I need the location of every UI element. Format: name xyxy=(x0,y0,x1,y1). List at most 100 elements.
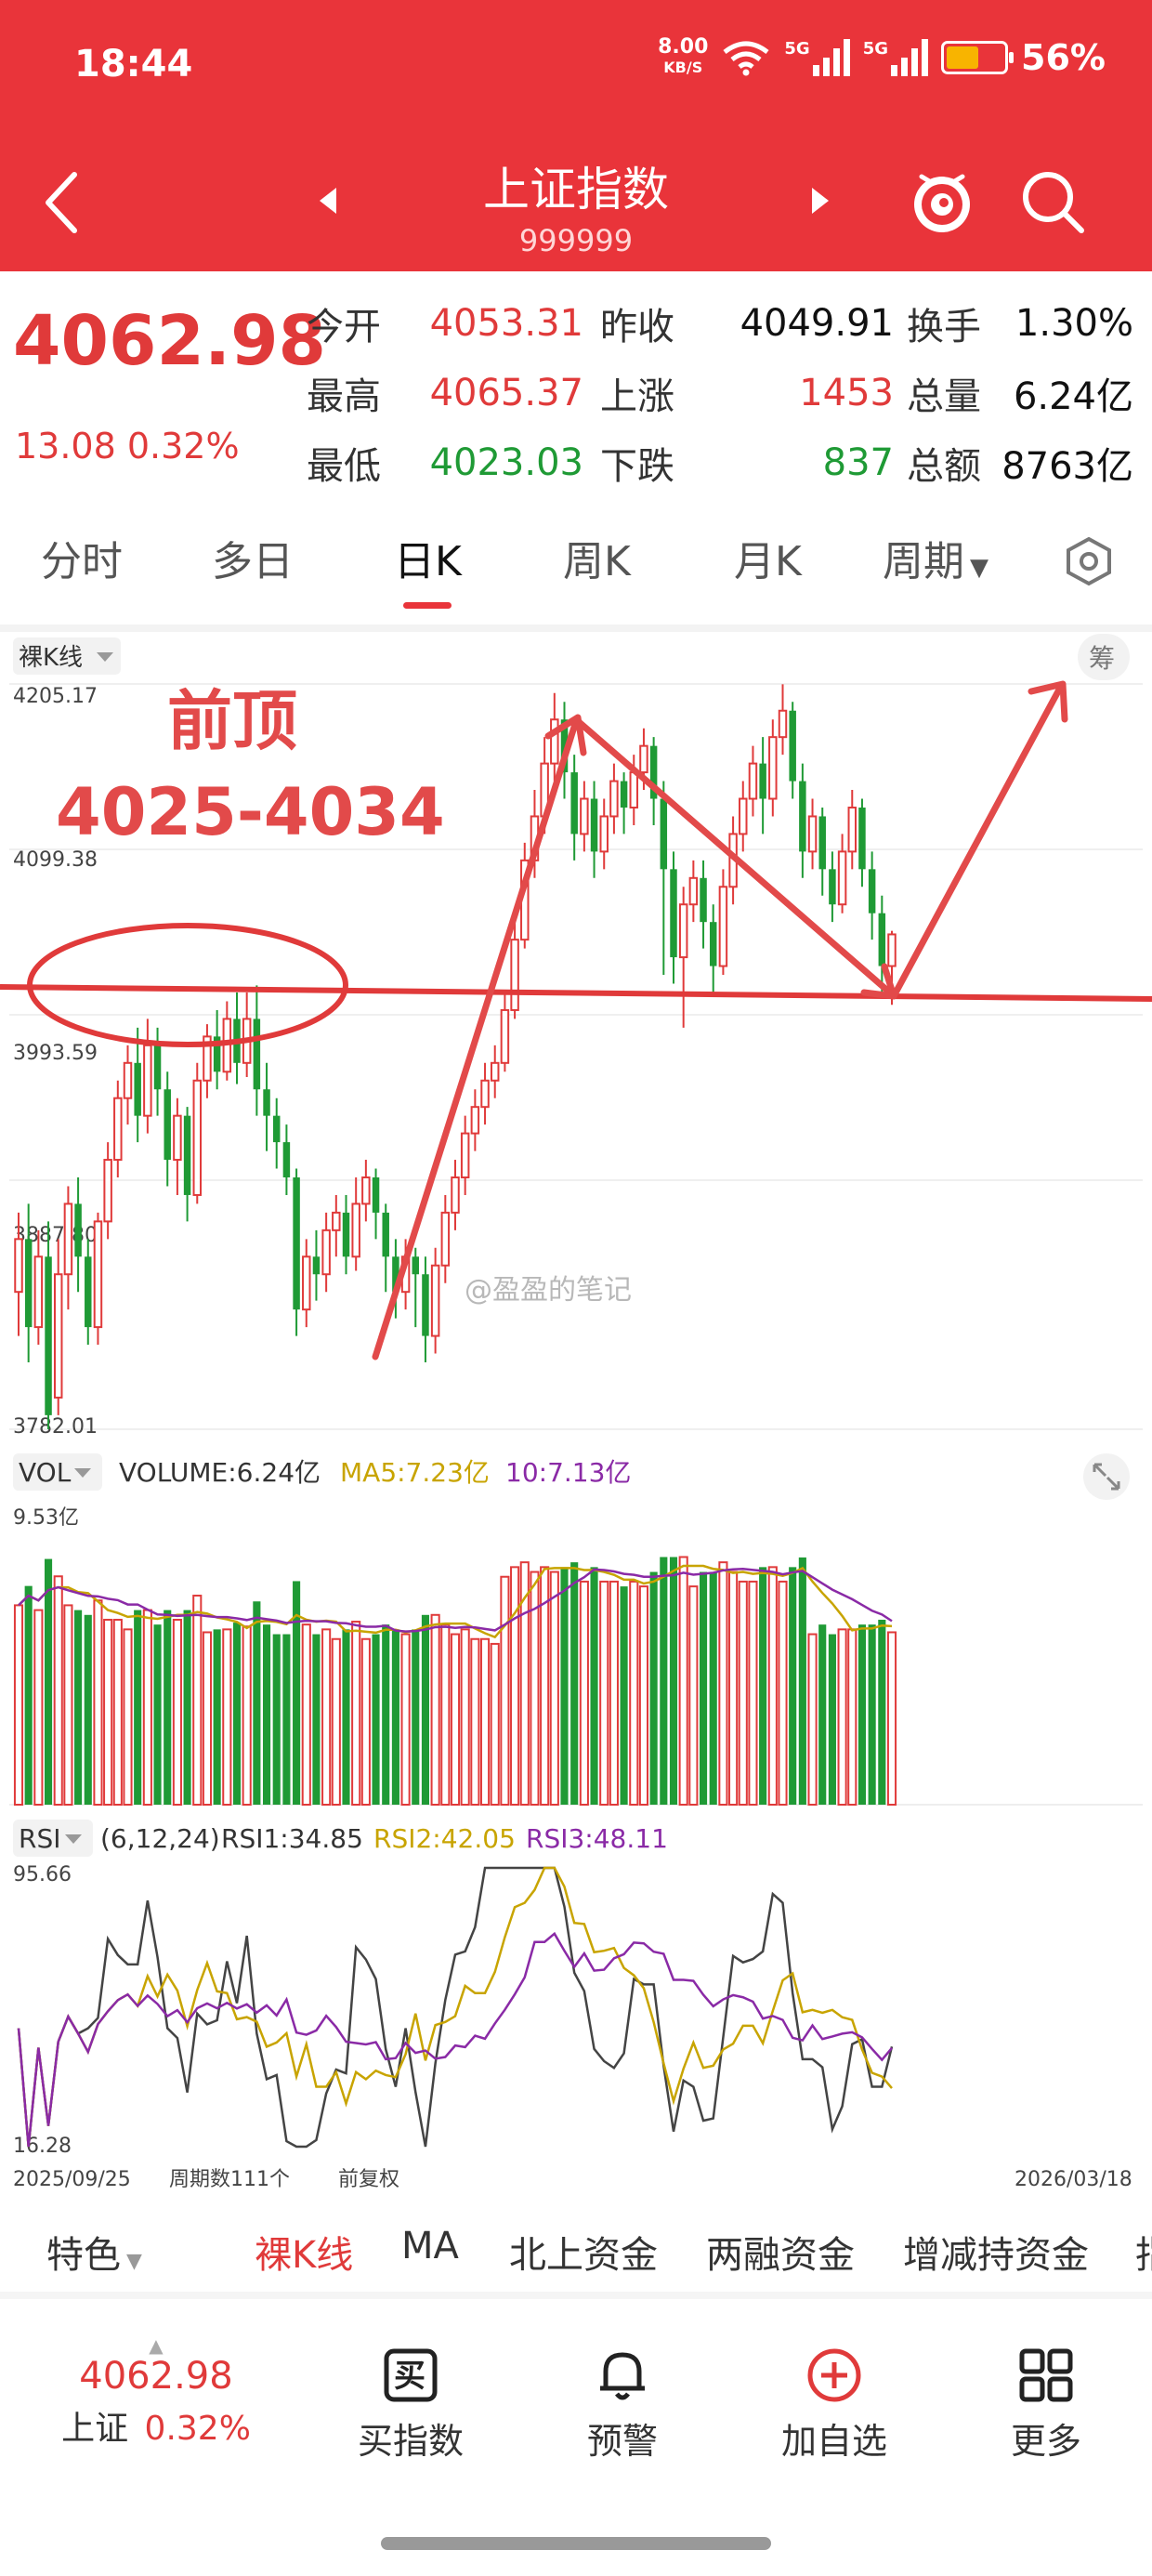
volume-bar xyxy=(590,1567,598,1805)
volume-bar xyxy=(202,1631,213,1806)
volume-bar xyxy=(638,1585,649,1806)
grid-icon xyxy=(1019,2348,1073,2402)
y-label-top: 4205.17 xyxy=(13,685,98,708)
watermark: @盈盈的笔记 xyxy=(465,1274,632,1307)
candle-body xyxy=(629,771,639,808)
stock-chart[interactable]: 裸K线 筹 4205.17 4099.38 3993.59 3887.80 37… xyxy=(0,632,1152,2193)
rsi3-value: RSI3:48.11 xyxy=(526,1823,668,1854)
caret-up-icon: ▲ xyxy=(149,2334,164,2357)
current-price: 4062.98 xyxy=(13,301,327,381)
buy-index-button[interactable]: 买 买指数 xyxy=(327,2346,494,2464)
volume-ma5: MA5:7.23亿 xyxy=(340,1457,490,1488)
candle-body xyxy=(332,1211,341,1231)
indicator-tab-ma[interactable]: MA xyxy=(401,2225,459,2267)
index-summary[interactable]: ▲ 4062.98 上证 0.32% xyxy=(54,2336,258,2450)
volume-bar xyxy=(301,1623,311,1806)
tab-timeshare[interactable]: 分时 xyxy=(41,528,123,587)
candle-body xyxy=(510,939,519,1011)
volume-bar xyxy=(460,1628,470,1806)
settings-hexagon-icon[interactable] xyxy=(1063,535,1115,587)
candle-body xyxy=(351,1203,360,1258)
volume-bar xyxy=(450,1633,461,1807)
volume-bar xyxy=(53,1575,63,1807)
volume-bar xyxy=(886,1631,897,1806)
more-button[interactable]: 更多 xyxy=(962,2346,1130,2464)
volume-bar xyxy=(837,1628,847,1806)
candle-body xyxy=(164,1089,171,1161)
candle-body xyxy=(700,877,707,923)
quote-row: 今开 4053.31 昨收 4049.91 换手 1.30% xyxy=(307,301,1133,348)
volume-bar xyxy=(490,1642,500,1807)
candle-body xyxy=(14,1238,23,1294)
candle-body xyxy=(143,1044,152,1117)
kline-type-label: 裸K线 xyxy=(19,644,83,672)
tab-daily-k[interactable]: 日K xyxy=(394,528,462,587)
indicator-tab-more[interactable]: 指 xyxy=(1135,2225,1152,2279)
tab-monthly-k[interactable]: 月K xyxy=(734,528,802,587)
volume-bar xyxy=(699,1571,708,1805)
candle-body xyxy=(45,1256,52,1415)
volume-bar xyxy=(688,1585,699,1806)
volume-bar xyxy=(360,1637,371,1806)
candle-body xyxy=(829,869,836,905)
candle-body xyxy=(739,797,748,835)
bottom-nav: ▲ 4062.98 上证 0.32% 买 买指数 预警 加自选 更多 xyxy=(0,2299,1152,2576)
volume-bar xyxy=(807,1633,818,1807)
signal-5g-2: 5G xyxy=(863,39,929,76)
quote-panel: 4062.98 13.08 0.32% 今开 4053.31 昨收 4049.9… xyxy=(0,271,1152,488)
volume-bar xyxy=(112,1618,123,1807)
next-index-icon[interactable] xyxy=(806,182,834,219)
bell-icon xyxy=(600,2352,645,2400)
battery-icon xyxy=(941,41,1015,74)
expand-button[interactable] xyxy=(1083,1453,1130,1500)
volume-bar xyxy=(232,1623,242,1805)
candle-body xyxy=(748,762,758,800)
indicator-tab-holdings[interactable]: 增减持资金 xyxy=(903,2225,1089,2279)
volume-bar xyxy=(678,1556,688,1806)
candle-body xyxy=(134,1062,141,1116)
candle-body xyxy=(302,1255,311,1311)
candle-body xyxy=(620,781,628,808)
search-icon[interactable] xyxy=(1018,167,1089,238)
period-count: 周期数111个 xyxy=(169,2168,290,2191)
candle-body xyxy=(103,1159,112,1223)
wifi-icon xyxy=(723,41,769,76)
candle-body xyxy=(768,736,778,800)
annotation-title: 前顶 xyxy=(167,683,297,759)
candle-body xyxy=(460,1132,470,1178)
candle-body xyxy=(837,850,847,906)
network-speed: 8.00 KB/S xyxy=(658,35,709,77)
indicator-tab-northbound[interactable]: 北上资金 xyxy=(509,2225,658,2279)
tab-period[interactable]: 周期 ▼ xyxy=(883,528,988,587)
volume-bar xyxy=(312,1634,321,1805)
candle-body xyxy=(85,1256,92,1328)
candle-body xyxy=(173,1114,182,1162)
indicator-tab-naked-k[interactable]: 裸K线 xyxy=(255,2225,353,2279)
mascot-icon[interactable] xyxy=(909,164,975,238)
indicator-tab-feature[interactable]: 特色 ▼ xyxy=(46,2225,142,2279)
volume-bar xyxy=(500,1575,510,1806)
end-date: 2026/03/18 xyxy=(1015,2168,1132,2191)
candle-body xyxy=(93,1220,103,1329)
volume-value: VOLUME:6.24亿 xyxy=(119,1457,321,1488)
candle-body xyxy=(33,1255,44,1329)
volume-bar xyxy=(818,1624,827,1805)
volume-bar xyxy=(599,1580,609,1806)
chip-label: 筹 xyxy=(1089,643,1115,674)
volume-bar xyxy=(878,1619,886,1805)
candle-body xyxy=(500,1008,510,1064)
volume-bar xyxy=(93,1599,103,1806)
volume-bar xyxy=(857,1624,867,1805)
candle-body xyxy=(660,798,668,870)
tab-weekly-k[interactable]: 周K xyxy=(563,528,631,587)
candle-body xyxy=(609,780,619,818)
indicator-tab-margin[interactable]: 两融资金 xyxy=(706,2225,855,2279)
volume-bar xyxy=(84,1614,92,1805)
volume-bar xyxy=(560,1567,569,1805)
add-watchlist-button[interactable]: 加自选 xyxy=(751,2346,918,2464)
volume-bar xyxy=(74,1610,83,1805)
volume-bar xyxy=(400,1633,411,1807)
volume-bar xyxy=(331,1637,341,1806)
alert-button[interactable]: 预警 xyxy=(539,2346,706,2464)
tab-multiday[interactable]: 多日 xyxy=(212,528,294,587)
